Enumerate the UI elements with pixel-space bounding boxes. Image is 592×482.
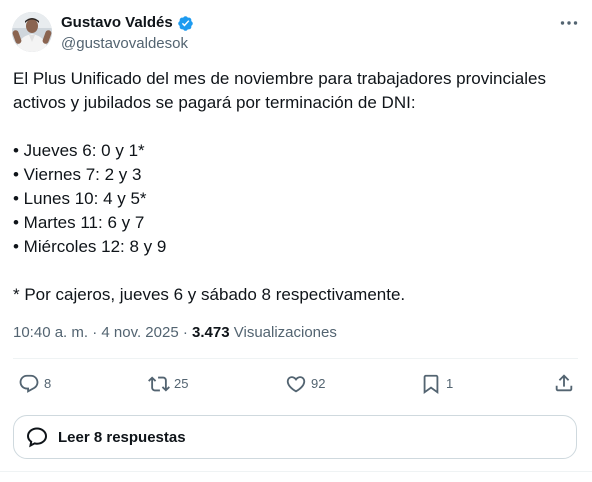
- post-metadata: 10:40 a. m. · 4 nov. 2025 · 3.473 Visual…: [13, 323, 337, 343]
- repost-icon: [148, 376, 170, 392]
- divider: [0, 471, 592, 472]
- reply-button[interactable]: 8: [18, 372, 51, 396]
- share-icon: [555, 374, 573, 392]
- post-text: El Plus Unificado del mes de noviembre p…: [13, 67, 573, 307]
- post-card: Gustavo Valdés @gustavovaldesok El Plus …: [0, 0, 592, 482]
- post-line: El Plus Unificado del mes de noviembre p…: [13, 69, 546, 88]
- author-name[interactable]: Gustavo Valdés: [61, 13, 194, 33]
- like-button[interactable]: 92: [285, 372, 325, 396]
- read-replies-button[interactable]: Leer 8 respuestas: [13, 415, 577, 459]
- more-dots-icon: [560, 21, 578, 25]
- post-line: * Por cajeros, jueves 6 y sábado 8 respe…: [13, 285, 406, 304]
- post-date[interactable]: 4 nov. 2025: [101, 324, 178, 341]
- meta-separator: ·: [92, 324, 98, 341]
- reply-icon: [19, 374, 39, 393]
- post-line: • Viernes 7: 2 y 3: [13, 165, 142, 184]
- repost-button[interactable]: 25: [148, 372, 188, 396]
- post-line: activos y jubilados se pagará por termin…: [13, 93, 416, 112]
- action-bar: 8 25 92 1: [0, 370, 592, 398]
- post-line: • Miércoles 12: 8 y 9: [13, 237, 167, 256]
- like-count: 92: [311, 376, 326, 391]
- profile-photo-icon: [12, 12, 52, 52]
- post-line: • Lunes 10: 4 y 5*: [13, 189, 147, 208]
- more-options-button[interactable]: [558, 14, 580, 32]
- avatar[interactable]: [12, 12, 52, 52]
- divider: [13, 358, 578, 359]
- bookmark-button[interactable]: 1: [420, 372, 453, 396]
- bookmark-count: 1: [446, 376, 454, 391]
- author-name-text: Gustavo Valdés: [61, 14, 173, 31]
- heart-icon: [286, 376, 306, 393]
- meta-separator: ·: [182, 324, 188, 341]
- repost-count: 25: [174, 376, 189, 391]
- views-count: 3.473: [192, 324, 230, 341]
- read-replies-label: Leer 8 respuestas: [58, 428, 186, 446]
- speech-bubble-icon: [26, 427, 48, 448]
- views-label: Visualizaciones: [233, 324, 337, 341]
- post-line: • Jueves 6: 0 y 1*: [13, 141, 145, 160]
- author-handle[interactable]: @gustavovaldesok: [61, 34, 188, 54]
- reply-count: 8: [44, 376, 52, 391]
- post-time[interactable]: 10:40 a. m.: [13, 324, 88, 341]
- post-line: • Martes 11: 6 y 7: [13, 213, 145, 232]
- bookmark-icon: [423, 374, 439, 395]
- verified-badge-icon: [177, 15, 193, 31]
- share-button[interactable]: [553, 372, 575, 394]
